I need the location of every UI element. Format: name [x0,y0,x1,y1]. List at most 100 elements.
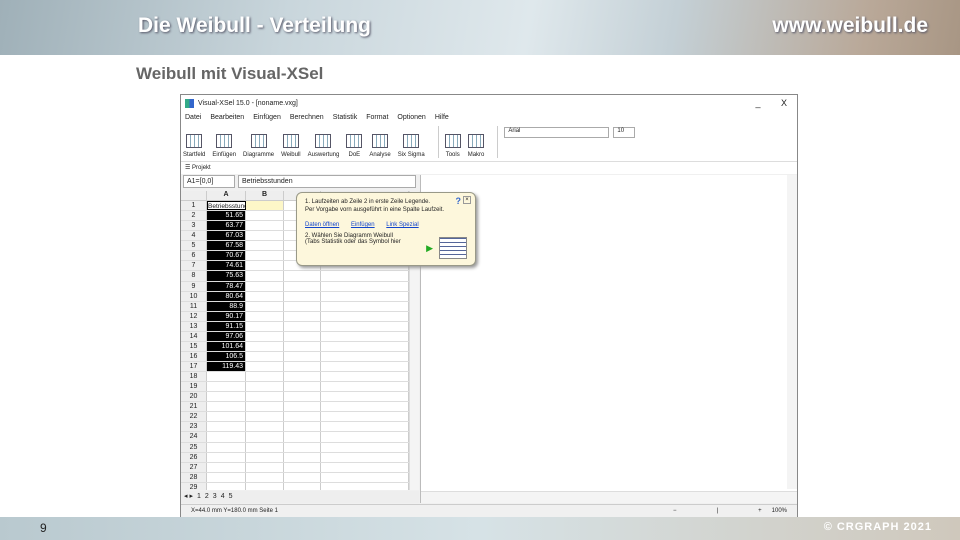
toolbar-button-7[interactable]: Six Sigma [398,134,425,158]
cell[interactable] [284,412,321,422]
sheet-tab-4[interactable]: 4 [221,491,225,503]
cell-value[interactable]: 97.06 [207,331,246,341]
cell[interactable] [207,382,246,392]
row-header[interactable]: 23 [181,422,207,432]
cell[interactable] [246,422,284,432]
cell[interactable] [284,482,321,490]
sheet-tab-1[interactable]: 1 [197,491,201,503]
cell[interactable] [246,201,284,211]
cell-value[interactable]: 67.03 [207,231,246,241]
cell[interactable] [321,442,409,452]
cell-reference[interactable]: A1=[0,0] [183,175,235,188]
cell[interactable] [284,472,321,482]
cell[interactable] [321,412,409,422]
zoom-out-button[interactable]: − [673,508,677,514]
cell[interactable] [246,432,284,442]
font-name-select[interactable]: Arial [504,127,610,138]
menu-statistik[interactable]: Statistik [333,114,358,121]
cell[interactable] [321,382,409,392]
toolbar-button-5[interactable]: DoE [346,134,363,158]
cell-value[interactable]: 101.64 [207,341,246,351]
cell[interactable] [246,331,284,341]
close-button[interactable]: X [771,98,797,108]
row-header[interactable]: 17 [181,362,207,372]
cell[interactable] [284,321,321,331]
cell[interactable] [284,382,321,392]
cell[interactable] [321,402,409,412]
cell[interactable] [284,271,321,281]
cell[interactable] [246,372,284,382]
cell[interactable] [321,482,409,490]
cell[interactable] [321,462,409,472]
row-header[interactable]: 22 [181,412,207,422]
cell[interactable] [207,482,246,490]
menu-einfügen[interactable]: Einfügen [253,114,281,121]
cell[interactable] [246,311,284,321]
toolbar-button-4[interactable]: Auswertung [308,134,339,158]
cell[interactable] [284,392,321,402]
cell-value[interactable]: 91.15 [207,321,246,331]
cell[interactable] [207,402,246,412]
row-header[interactable]: 25 [181,442,207,452]
cell[interactable] [321,311,409,321]
cell[interactable] [321,341,409,351]
row-header[interactable]: 26 [181,452,207,462]
cell-value[interactable]: 74.61 [207,261,246,271]
toolbar-button-6[interactable]: Analyse [369,134,391,158]
cell[interactable] [246,211,284,221]
row-header[interactable]: 13 [181,321,207,331]
row-header[interactable]: 14 [181,331,207,341]
cell[interactable] [246,482,284,490]
row-header[interactable]: 15 [181,341,207,351]
row-header[interactable]: 27 [181,462,207,472]
cell[interactable] [246,281,284,291]
row-header[interactable]: 8 [181,271,207,281]
cell[interactable] [321,351,409,361]
row-header[interactable]: 11 [181,301,207,311]
row-header[interactable]: 2 [181,211,207,221]
toolbar-button-3[interactable]: Weibull [281,134,301,158]
cell[interactable] [246,261,284,271]
cell[interactable] [284,452,321,462]
cell[interactable] [284,301,321,311]
cell[interactable] [246,231,284,241]
column-header[interactable] [181,191,207,200]
diagram-horizontal-scrollbar[interactable] [421,491,797,503]
row-header[interactable]: 5 [181,241,207,251]
column-header[interactable]: A [207,191,246,200]
cell-value[interactable]: 80.64 [207,291,246,301]
diagram-vertical-scrollbar[interactable] [787,175,797,489]
sheet-tab-2[interactable]: 2 [205,491,209,503]
menu-bearbeiten[interactable]: Bearbeiten [210,114,244,121]
cell[interactable] [321,392,409,402]
cell[interactable] [284,402,321,412]
zoom-slider[interactable]: | [717,508,719,514]
cell[interactable] [246,452,284,462]
play-icon[interactable]: ▶ [426,243,433,254]
cell[interactable] [246,442,284,452]
row-header[interactable]: 1 [181,201,207,211]
cell[interactable] [246,392,284,402]
cell[interactable] [321,331,409,341]
cell[interactable] [321,472,409,482]
link-open-data[interactable]: Daten öffnen [305,222,339,228]
cell[interactable] [284,432,321,442]
cell[interactable] [284,422,321,432]
cell-value[interactable]: 70.67 [207,251,246,261]
cell[interactable] [284,351,321,361]
cell[interactable] [246,382,284,392]
cell[interactable] [207,472,246,482]
row-header[interactable]: 29 [181,482,207,490]
cell[interactable] [246,472,284,482]
cell[interactable] [321,362,409,372]
formula-input[interactable]: Betriebsstunden [238,175,416,188]
cell[interactable] [246,221,284,231]
row-header[interactable]: 16 [181,351,207,361]
cell-value[interactable]: 88.9 [207,301,246,311]
project-toggle[interactable]: ☰ Projekt [181,162,797,174]
cell[interactable] [207,392,246,402]
cell[interactable] [321,452,409,462]
cell[interactable] [207,462,246,472]
column-header[interactable]: B [246,191,284,200]
cell[interactable] [284,462,321,472]
